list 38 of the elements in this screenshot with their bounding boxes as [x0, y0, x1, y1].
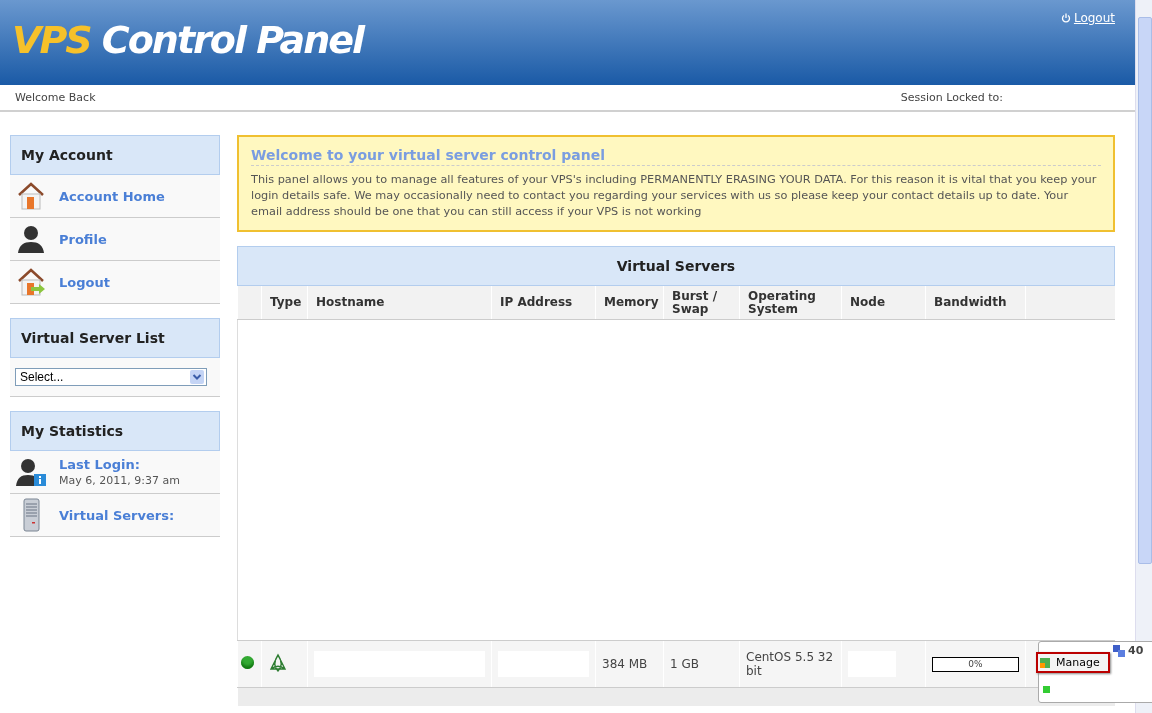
column-header: Operating System: [748, 288, 816, 316]
column-header: IP Address: [500, 295, 573, 309]
column-header: Node: [850, 295, 885, 309]
sidebar-item[interactable]: Account Home: [10, 175, 220, 218]
section-heading: My Statistics: [10, 411, 220, 451]
stat-label: Virtual Servers:: [59, 507, 175, 523]
person-icon: [15, 224, 47, 254]
dropdown-icon: [190, 370, 204, 384]
table-title: Virtual Servers: [237, 246, 1115, 286]
column-header: Burst / Swap: [672, 288, 718, 316]
notice-title: Welcome to your virtual server control panel: [251, 147, 1101, 166]
section-heading: Virtual Server List: [10, 318, 220, 358]
puzzle-icon: [1040, 657, 1050, 668]
column-header: Type: [270, 295, 302, 309]
stat-value: May 6, 2011, 9:37 am: [59, 474, 180, 487]
person-info-icon: [15, 457, 47, 487]
server-select[interactable]: Select...: [15, 368, 207, 386]
sidebar-item[interactable]: Profile: [10, 218, 220, 261]
table-cell: 384 MB: [602, 657, 648, 671]
stat-label: Last Login:: [59, 457, 141, 472]
table-cell: CentOS 5.5 32 bit: [746, 650, 834, 678]
column-header: Memory: [604, 295, 659, 309]
count-label: 40: [1128, 644, 1144, 658]
logo: VPS Control Panel: [12, 18, 364, 62]
logout-link[interactable]: Logout: [1060, 11, 1115, 25]
sidebar-item[interactable]: Logout: [10, 261, 220, 304]
column-header: Bandwidth: [934, 295, 1007, 309]
welcome-text: Welcome Back: [15, 91, 96, 104]
table-cell: 1 GB: [670, 657, 699, 671]
square-icon: [1043, 686, 1050, 693]
column-header: Hostname: [316, 295, 385, 309]
manage-button[interactable]: Manage: [1036, 652, 1110, 673]
bandwidth-reading: 0%: [967, 657, 984, 671]
session-text: Session Locked to:: [900, 91, 1003, 104]
notice-text: This panel allows you to manage all features of your VPS's including PERMANENTLY ERASING YOUR DATA. For this reason it is vital that you keep your login details safe. We may occasionally need to contact you regarding your services with us so please keep your contact details up to date. Your email address should be one that you can still access if your VPS is not working: [251, 172, 1098, 220]
power-icon: [1060, 13, 1071, 23]
section-heading: My Account: [10, 135, 220, 175]
windows-icon: [1113, 645, 1125, 657]
